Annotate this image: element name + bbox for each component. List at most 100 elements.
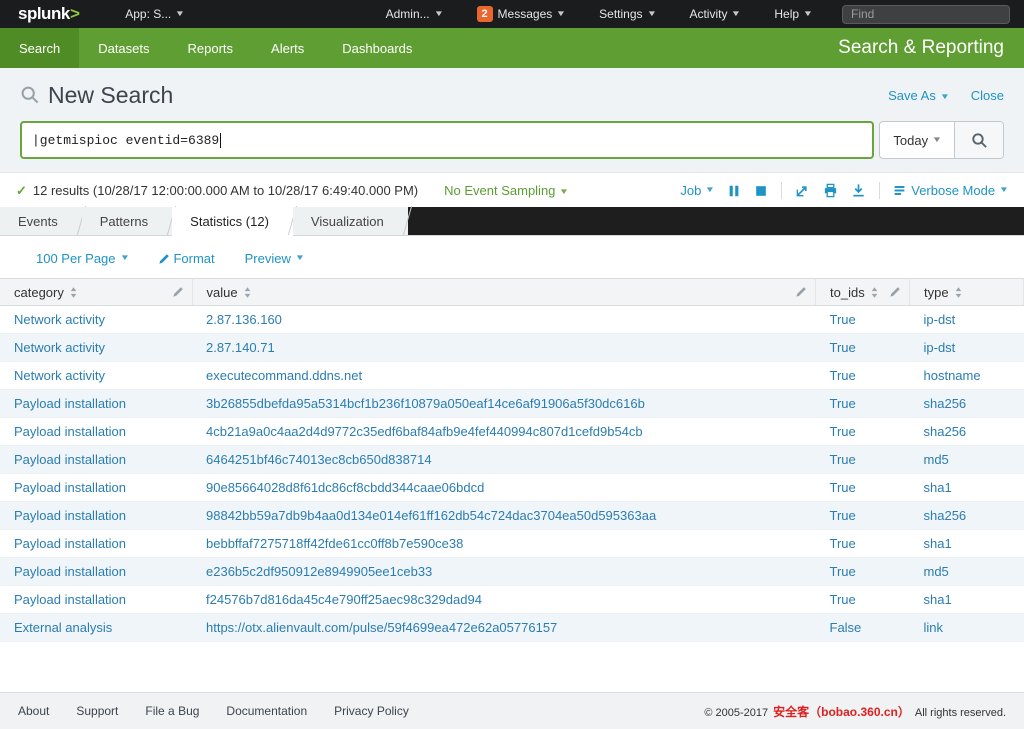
app-menu[interactable]: App: S...▼ xyxy=(121,7,188,21)
tab-statistics[interactable]: Statistics (12) xyxy=(172,207,293,236)
cell-to-ids[interactable]: True xyxy=(816,586,910,614)
cell-type[interactable]: sha256 xyxy=(910,390,1024,418)
preview-menu[interactable]: Preview▼ xyxy=(245,251,304,266)
cell-to-ids[interactable]: True xyxy=(816,530,910,558)
print-button[interactable] xyxy=(823,183,838,198)
find-input[interactable] xyxy=(842,5,1010,24)
edit-column-icon[interactable] xyxy=(795,286,807,298)
cell-value[interactable]: 4cb21a9a0c4aa2d4d9772c35edf6baf84afb9e4f… xyxy=(192,418,816,446)
cell-to-ids[interactable]: True xyxy=(816,474,910,502)
cell-to-ids[interactable]: True xyxy=(816,418,910,446)
cell-to-ids[interactable]: True xyxy=(816,362,910,390)
footer: About Support File a Bug Documentation P… xyxy=(0,692,1024,729)
cell-category[interactable]: Payload installation xyxy=(0,530,192,558)
stop-button[interactable] xyxy=(754,184,768,198)
footer-link-file-a-bug[interactable]: File a Bug xyxy=(145,704,199,718)
cell-to-ids[interactable]: False xyxy=(816,614,910,642)
cell-type[interactable]: sha1 xyxy=(910,586,1024,614)
splunk-logo[interactable]: splunk> xyxy=(18,4,79,24)
search-input[interactable]: |getmispioc eventid=6389 xyxy=(20,121,874,159)
cell-to-ids[interactable]: True xyxy=(816,306,910,334)
cell-value[interactable]: 3b26855dbefda95a5314bcf1b236f10879a050ea… xyxy=(192,390,816,418)
nav-item-search[interactable]: Search xyxy=(0,28,79,68)
cell-value[interactable]: executecommand.ddns.net xyxy=(192,362,816,390)
edit-column-icon[interactable] xyxy=(889,286,901,298)
nav-item-label: Datasets xyxy=(98,41,149,56)
cell-type[interactable]: ip-dst xyxy=(910,306,1024,334)
cell-category[interactable]: Network activity xyxy=(0,306,192,334)
footer-link-privacy-policy[interactable]: Privacy Policy xyxy=(334,704,409,718)
nav-item-dashboards[interactable]: Dashboards xyxy=(323,28,431,68)
cell-value[interactable]: 2.87.136.160 xyxy=(192,306,816,334)
cell-value[interactable]: 2.87.140.71 xyxy=(192,334,816,362)
cell-type[interactable]: md5 xyxy=(910,446,1024,474)
search-button[interactable] xyxy=(955,122,1003,158)
tab-visualization[interactable]: Visualization xyxy=(293,207,408,235)
save-as-menu[interactable]: Save As▼ xyxy=(888,88,949,103)
edit-column-icon[interactable] xyxy=(172,286,184,298)
preview-label: Preview xyxy=(245,251,291,266)
column-header-to-ids[interactable]: to_ids xyxy=(816,279,910,306)
cell-to-ids[interactable]: True xyxy=(816,502,910,530)
cell-type[interactable]: sha1 xyxy=(910,474,1024,502)
cell-value[interactable]: f24576b7d816da45c4e790ff25aec98c329dad94 xyxy=(192,586,816,614)
cell-value[interactable]: bebbffaf7275718ff42fde61cc0ff8b7e590ce38 xyxy=(192,530,816,558)
cell-value[interactable]: e236b5c2df950912e8949905ee1ceb33 xyxy=(192,558,816,586)
messages-menu[interactable]: 2Messages▼ xyxy=(473,6,570,22)
cell-value[interactable]: 98842bb59a7db9b4aa0d134e014ef61ff162db54… xyxy=(192,502,816,530)
cell-to-ids[interactable]: True xyxy=(816,558,910,586)
cell-category[interactable]: Network activity xyxy=(0,362,192,390)
nav-item-reports[interactable]: Reports xyxy=(169,28,253,68)
nav-item-datasets[interactable]: Datasets xyxy=(79,28,168,68)
cell-type[interactable]: sha256 xyxy=(910,418,1024,446)
column-header-value[interactable]: value xyxy=(192,279,816,306)
footer-link-documentation[interactable]: Documentation xyxy=(226,704,307,718)
tab-patterns[interactable]: Patterns xyxy=(82,207,172,235)
format-menu[interactable]: Format xyxy=(158,251,214,266)
chevron-down-icon: ▼ xyxy=(433,9,443,18)
cell-to-ids[interactable]: True xyxy=(816,390,910,418)
user-menu[interactable]: Admin...▼ xyxy=(382,7,447,21)
per-page-menu[interactable]: 100 Per Page▼ xyxy=(36,251,128,266)
cell-value[interactable]: 6464251bf46c74013ec8cb650d838714 xyxy=(192,446,816,474)
cell-category[interactable]: Payload installation xyxy=(0,390,192,418)
cell-to-ids[interactable]: True xyxy=(816,446,910,474)
cell-category[interactable]: Payload installation xyxy=(0,474,192,502)
cell-type[interactable]: sha256 xyxy=(910,502,1024,530)
footer-link-support[interactable]: Support xyxy=(76,704,118,718)
cell-value[interactable]: https://otx.alienvault.com/pulse/59f4699… xyxy=(192,614,816,642)
table-row: Payload installation6464251bf46c74013ec8… xyxy=(0,446,1024,474)
nav-item-alerts[interactable]: Alerts xyxy=(252,28,323,68)
footer-link-about[interactable]: About xyxy=(18,704,49,718)
help-menu[interactable]: Help▼ xyxy=(770,7,816,21)
cell-category[interactable]: Payload installation xyxy=(0,446,192,474)
export-button[interactable] xyxy=(851,183,866,198)
cell-category[interactable]: External analysis xyxy=(0,614,192,642)
cell-type[interactable]: sha1 xyxy=(910,530,1024,558)
pencil-icon xyxy=(158,253,170,265)
job-menu[interactable]: Job▼ xyxy=(680,183,714,198)
cell-to-ids[interactable]: True xyxy=(816,334,910,362)
share-button[interactable] xyxy=(795,183,810,198)
cell-category[interactable]: Payload installation xyxy=(0,586,192,614)
close-button[interactable]: Close xyxy=(971,88,1004,103)
cell-type[interactable]: ip-dst xyxy=(910,334,1024,362)
column-header-category[interactable]: category xyxy=(0,279,192,306)
cell-type[interactable]: hostname xyxy=(910,362,1024,390)
cell-category[interactable]: Payload installation xyxy=(0,502,192,530)
tab-events[interactable]: Events xyxy=(0,207,82,235)
page-title: New Search xyxy=(48,82,173,109)
cell-type[interactable]: md5 xyxy=(910,558,1024,586)
cell-value[interactable]: 90e85664028d8f61dc86cf8cbdd344caae06bdcd xyxy=(192,474,816,502)
cell-category[interactable]: Network activity xyxy=(0,334,192,362)
cell-category[interactable]: Payload installation xyxy=(0,418,192,446)
activity-menu[interactable]: Activity▼ xyxy=(685,7,744,21)
time-range-picker[interactable]: Today▼ xyxy=(880,122,955,158)
column-header-type[interactable]: type xyxy=(910,279,1024,306)
settings-menu[interactable]: Settings▼ xyxy=(595,7,659,21)
search-mode-menu[interactable]: Verbose Mode▼ xyxy=(893,183,1008,198)
pause-button[interactable] xyxy=(727,184,741,198)
cell-category[interactable]: Payload installation xyxy=(0,558,192,586)
cell-type[interactable]: link xyxy=(910,614,1024,642)
event-sampling-menu[interactable]: No Event Sampling▼ xyxy=(444,183,568,198)
